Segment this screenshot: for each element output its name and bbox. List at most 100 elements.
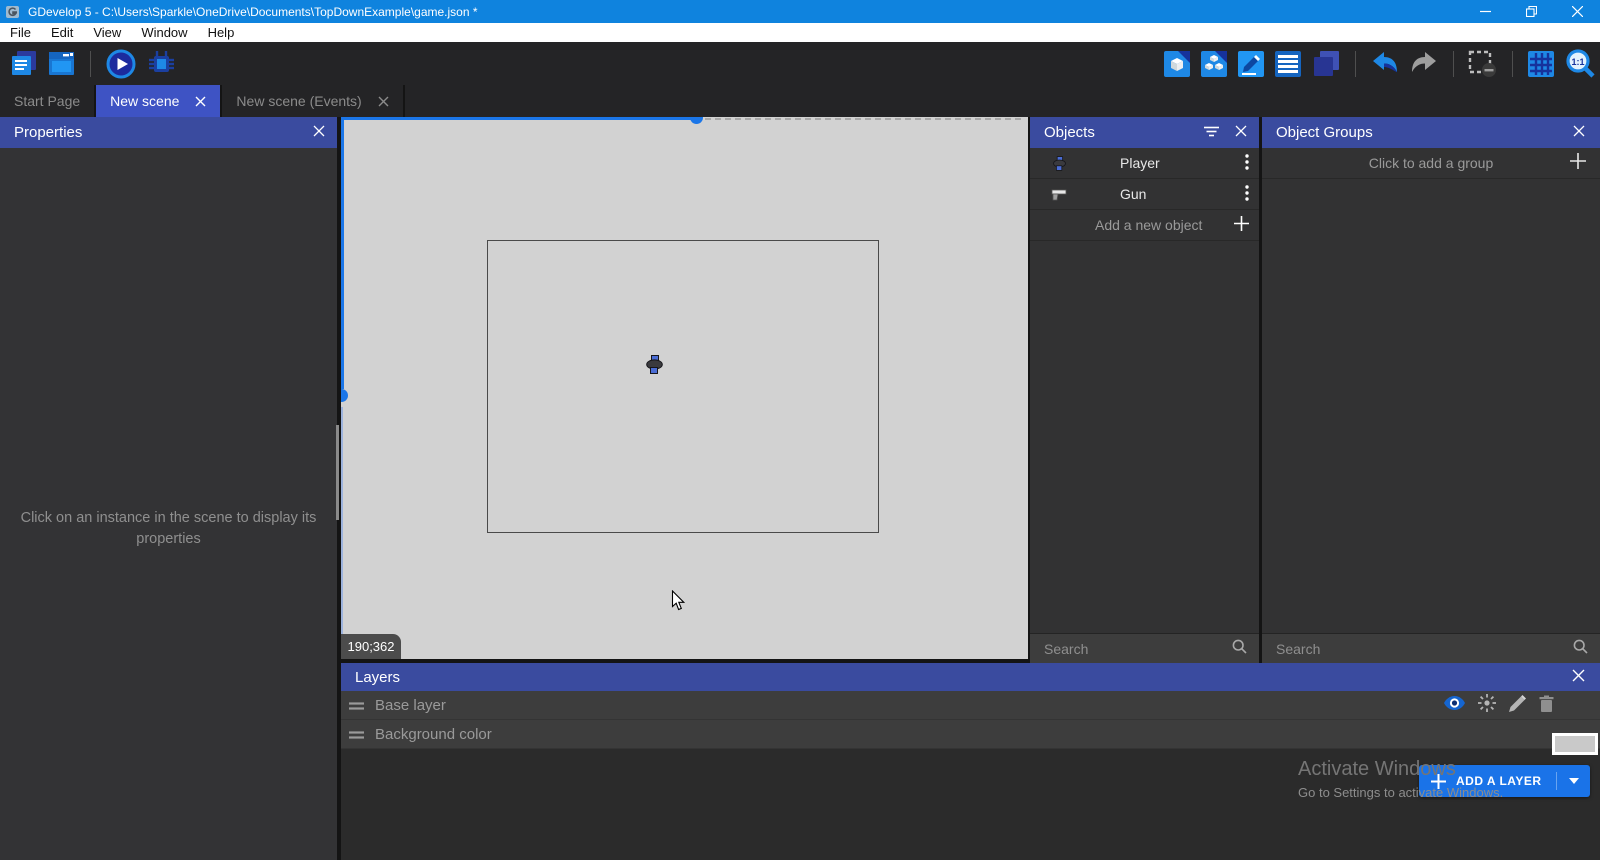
debug-icon[interactable] xyxy=(146,49,177,79)
close-panel-icon[interactable] xyxy=(313,124,325,141)
scroll-handle-vertical[interactable] xyxy=(341,389,348,402)
layer-effects-icon[interactable] xyxy=(1478,694,1496,716)
restore-down-button[interactable] xyxy=(1508,0,1554,23)
undo-icon[interactable] xyxy=(1370,51,1400,77)
scroll-track-vertical xyxy=(341,407,343,655)
activate-windows-watermark: Activate Windows Go to Settings to activ… xyxy=(1298,758,1503,800)
scroll-indicator-vertical[interactable] xyxy=(341,117,344,389)
gdevelop-window: GDevelop 5 - C:\Users\Sparkle\OneDrive\D… xyxy=(0,0,1600,860)
toolbar-separator xyxy=(1453,51,1454,77)
tab-start-page[interactable]: Start Page xyxy=(0,85,96,117)
search-icon xyxy=(1232,639,1247,659)
gun-sprite-thumbnail xyxy=(1050,188,1068,201)
drag-handle-icon[interactable] xyxy=(349,726,364,743)
layers-editor-icon[interactable] xyxy=(1311,50,1341,78)
scene-window-icon[interactable] xyxy=(48,51,75,76)
search-icon xyxy=(1573,639,1588,659)
objects-search-bar xyxy=(1030,633,1259,663)
layers-panel-header: Layers xyxy=(341,663,1600,691)
window-title: GDevelop 5 - C:\Users\Sparkle\OneDrive\D… xyxy=(28,5,478,19)
layer-row-background-color[interactable]: Background color xyxy=(341,720,1600,749)
close-panel-icon[interactable] xyxy=(1235,124,1247,141)
objects-editor-icon[interactable] xyxy=(1163,50,1191,78)
visibility-eye-icon[interactable] xyxy=(1444,696,1465,714)
layers-panel: Layers Base layer xyxy=(341,663,1600,860)
menu-bar: File Edit View Window Help xyxy=(0,23,1600,42)
game-window-frame xyxy=(487,240,879,533)
properties-panel: Properties Click on an instance in the s… xyxy=(0,117,337,860)
objects-panel-title: Objects xyxy=(1044,124,1095,141)
close-panel-icon[interactable] xyxy=(1572,669,1585,686)
object-groups-panel-header: Object Groups xyxy=(1262,117,1600,148)
player-instance[interactable] xyxy=(646,355,663,379)
object-row-player[interactable]: Player xyxy=(1030,148,1259,179)
tab-new-scene-events[interactable]: New scene (Events) xyxy=(222,85,404,117)
chevron-down-icon[interactable] xyxy=(1569,778,1579,784)
objects-panel: Objects Player Gun xyxy=(1030,117,1259,663)
object-menu-kebab-icon[interactable] xyxy=(1245,154,1249,173)
properties-panel-title: Properties xyxy=(14,124,82,141)
menu-view[interactable]: View xyxy=(83,23,131,42)
properties-empty-message: Click on an instance in the scene to dis… xyxy=(19,508,319,550)
editor-tab-bar: Start Page New scene New scene (Events) xyxy=(0,85,1600,117)
menu-file[interactable]: File xyxy=(0,23,41,42)
objects-search-input[interactable] xyxy=(1044,641,1232,657)
object-groups-panel: Object Groups Click to add a group xyxy=(1262,117,1600,663)
cursor-coordinates-badge: 190;362 xyxy=(341,634,401,659)
scroll-indicator-horizontal[interactable] xyxy=(341,117,697,120)
object-groups-editor-icon[interactable] xyxy=(1200,50,1228,78)
tab-new-scene[interactable]: New scene xyxy=(96,85,222,117)
instances-list-icon[interactable] xyxy=(1274,50,1302,78)
properties-scrollbar-thumb[interactable] xyxy=(336,425,339,520)
svg-text:1:1: 1:1 xyxy=(1571,57,1584,67)
object-groups-search-bar xyxy=(1262,633,1600,663)
close-tab-icon[interactable] xyxy=(195,96,206,107)
preview-play-icon[interactable] xyxy=(106,49,136,79)
plus-icon xyxy=(1570,153,1586,172)
objects-panel-header: Objects xyxy=(1030,117,1259,148)
mouse-cursor xyxy=(671,590,687,617)
scroll-track-horizontal xyxy=(705,118,1021,120)
layers-panel-title: Layers xyxy=(355,669,400,686)
add-group-button[interactable]: Click to add a group xyxy=(1262,148,1600,179)
player-sprite-thumbnail xyxy=(1050,156,1068,171)
scroll-handle-horizontal[interactable] xyxy=(690,117,703,124)
main-toolbar: 1:1 xyxy=(0,42,1600,85)
object-row-gun[interactable]: Gun xyxy=(1030,179,1259,210)
object-groups-search-input[interactable] xyxy=(1276,641,1573,657)
toggle-grid-icon[interactable] xyxy=(1527,50,1555,78)
clear-selection-icon[interactable] xyxy=(1468,50,1498,78)
close-tab-icon[interactable] xyxy=(378,96,389,107)
menu-edit[interactable]: Edit xyxy=(41,23,83,42)
filter-icon[interactable] xyxy=(1204,124,1219,141)
close-window-button[interactable] xyxy=(1554,0,1600,23)
gdevelop-logo-icon xyxy=(6,5,20,19)
toolbar-separator xyxy=(1355,51,1356,77)
add-new-object-button[interactable]: Add a new object xyxy=(1030,210,1259,241)
minimize-button[interactable] xyxy=(1462,0,1508,23)
layer-name: Background color xyxy=(375,726,492,743)
properties-icon[interactable] xyxy=(1237,50,1265,78)
menu-window[interactable]: Window xyxy=(131,23,197,42)
toolbar-separator xyxy=(1512,51,1513,77)
edit-layer-pencil-icon[interactable] xyxy=(1509,695,1526,716)
object-groups-panel-title: Object Groups xyxy=(1276,124,1373,141)
delete-layer-trash-icon[interactable] xyxy=(1539,695,1554,716)
redo-icon[interactable] xyxy=(1409,51,1439,77)
window-titlebar: GDevelop 5 - C:\Users\Sparkle\OneDrive\D… xyxy=(0,0,1600,23)
plus-icon xyxy=(1234,216,1249,234)
toolbar-separator xyxy=(90,51,91,77)
drag-handle-icon[interactable] xyxy=(349,697,364,714)
zoom-1-1-icon[interactable]: 1:1 xyxy=(1564,49,1596,79)
layer-row-base[interactable]: Base layer xyxy=(341,691,1600,720)
properties-panel-header: Properties xyxy=(0,117,337,148)
close-panel-icon[interactable] xyxy=(1573,124,1585,141)
object-menu-kebab-icon[interactable] xyxy=(1245,185,1249,204)
background-color-swatch[interactable] xyxy=(1552,733,1598,755)
scene-editor-canvas[interactable]: 190;362 xyxy=(341,117,1028,659)
menu-help[interactable]: Help xyxy=(198,23,245,42)
layer-name: Base layer xyxy=(375,697,446,714)
project-manager-icon[interactable] xyxy=(10,50,38,77)
object-name: Gun xyxy=(1120,186,1146,202)
object-name: Player xyxy=(1120,155,1160,171)
